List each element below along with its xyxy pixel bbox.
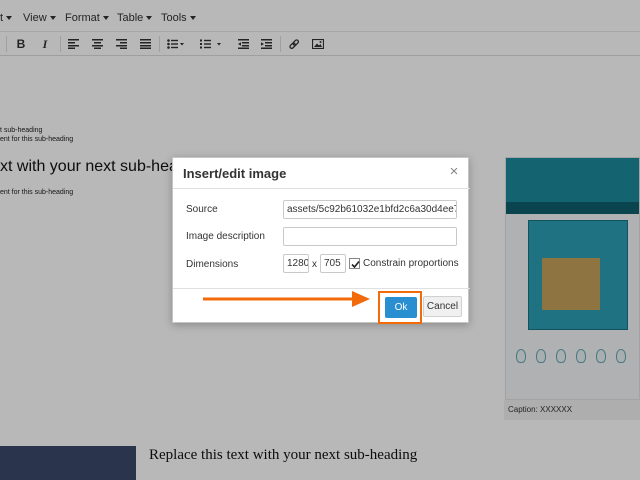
annotation-arrow-icon xyxy=(203,291,370,307)
